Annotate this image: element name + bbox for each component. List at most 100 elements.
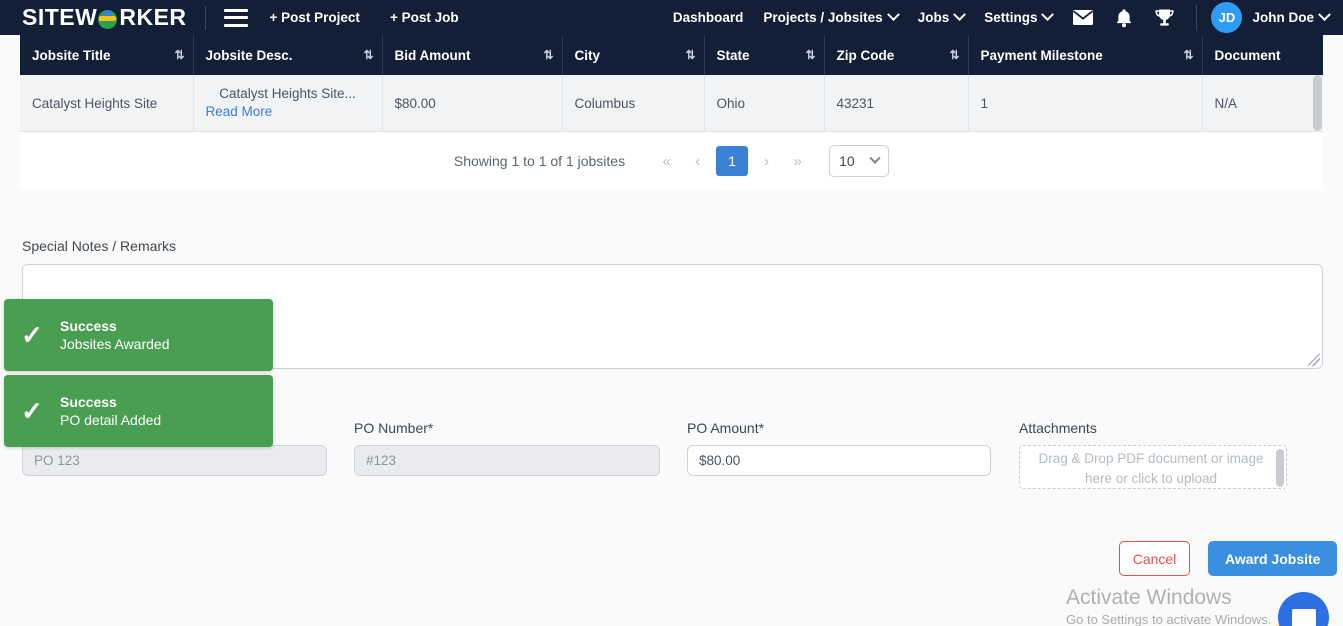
col-label: City: [574, 47, 601, 63]
col-label: Document: [1214, 47, 1281, 63]
col-label: Zip Code: [836, 47, 895, 63]
nav-dashboard[interactable]: Dashboard: [673, 10, 744, 25]
nav-divider: [1196, 4, 1198, 31]
toast-title: Success: [60, 318, 117, 334]
form-actions: Cancel Award Jobsite: [1119, 541, 1338, 576]
nav-dashboard-label: Dashboard: [672, 10, 744, 25]
column-header-document[interactable]: Document: [1202, 35, 1323, 75]
po-name-value: PO 123: [34, 453, 80, 468]
toast-title: Success: [60, 394, 117, 410]
col-label: Payment Milestone: [980, 47, 1103, 63]
post-job-label: + Post Job: [389, 10, 459, 25]
po-amount-field-group: PO Amount* $80.00: [687, 420, 1019, 489]
desc-text: Catalyst Heights Site...: [219, 86, 356, 101]
column-header-zip-code[interactable]: Zip Code ⇅: [824, 35, 969, 75]
cell-state: Ohio: [704, 75, 825, 133]
post-project-label: + Post Project: [269, 10, 360, 25]
jobsites-table: Jobsite Title ⇅ Jobsite Desc. ⇅ Bid Amou…: [20, 35, 1323, 133]
table-body: Catalyst Heights Site Catalyst Heights S…: [20, 75, 1323, 133]
po-number-value: #123: [366, 453, 397, 468]
toast-body: Success Jobsites Awarded: [60, 318, 169, 352]
bell-icon[interactable]: [1115, 8, 1133, 28]
cell-city: Columbus: [562, 75, 705, 133]
pagination-next-button[interactable]: ›: [751, 146, 782, 177]
column-header-state[interactable]: State ⇅: [704, 35, 825, 75]
award-jobsite-button[interactable]: Award Jobsite: [1208, 541, 1338, 576]
chevron-down-icon: [869, 152, 881, 165]
chat-bubble-icon[interactable]: [1278, 592, 1329, 626]
post-project-link[interactable]: + Post Project: [270, 10, 360, 25]
pagination-page-1[interactable]: 1: [716, 146, 749, 177]
jobsites-table-card: Jobsite Title ⇅ Jobsite Desc. ⇅ Bid Amou…: [20, 35, 1323, 191]
table-header-row: Jobsite Title ⇅ Jobsite Desc. ⇅ Bid Amou…: [20, 35, 1323, 75]
po-number-field-group: PO Number* #123: [354, 420, 687, 489]
attachments-label: Attachments: [1019, 420, 1097, 436]
col-label: State: [716, 47, 750, 63]
user-name-label: John Doe: [1252, 10, 1314, 25]
nav-jobs[interactable]: Jobs: [918, 8, 967, 25]
po-name-input[interactable]: PO 123: [22, 445, 327, 476]
attachments-field-group: Attachments Drag & Drop PDF document or …: [1019, 420, 1287, 489]
toast-jobsites-awarded[interactable]: ✓ Success Jobsites Awarded: [4, 299, 273, 371]
check-icon: ✓: [21, 320, 43, 350]
column-header-jobsite-desc[interactable]: Jobsite Desc. ⇅: [193, 35, 383, 75]
sort-icon[interactable]: ⇅: [1183, 48, 1193, 62]
pagination: Showing 1 to 1 of 1 jobsites « ‹ 1 › » 1…: [20, 132, 1323, 191]
po-amount-input[interactable]: $80.00: [687, 445, 991, 476]
table-scroll-container: Jobsite Title ⇅ Jobsite Desc. ⇅ Bid Amou…: [20, 35, 1323, 133]
watermark-title: Activate Windows: [1066, 586, 1232, 609]
sort-icon[interactable]: ⇅: [805, 48, 815, 62]
cell-jobsite-desc: Catalyst Heights Site... Read More: [193, 75, 383, 133]
po-amount-value: $80.00: [699, 453, 741, 468]
resize-handle-icon[interactable]: [1308, 354, 1320, 366]
hamburger-icon[interactable]: [223, 8, 248, 27]
attachments-dropzone[interactable]: Drag & Drop PDF document or image here o…: [1019, 445, 1287, 489]
trophy-icon[interactable]: [1154, 8, 1175, 28]
pagination-last-button[interactable]: »: [782, 146, 813, 177]
activate-windows-watermark: Activate Windows Go to Settings to activ…: [1066, 586, 1271, 626]
nav-settings[interactable]: Settings: [984, 8, 1055, 25]
primary-navigation: Dashboard Projects / Jobsites Jobs Setti…: [673, 2, 1331, 33]
column-header-bid-amount[interactable]: Bid Amount ⇅: [382, 35, 563, 75]
post-job-link[interactable]: + Post Job: [390, 10, 459, 25]
column-header-jobsite-title[interactable]: Jobsite Title ⇅: [20, 35, 194, 75]
special-notes-label: Special Notes / Remarks: [22, 238, 177, 254]
sort-icon[interactable]: ⇅: [685, 48, 695, 62]
cell-document: N/A: [1202, 75, 1323, 133]
po-number-label: PO Number*: [354, 420, 434, 436]
po-number-input[interactable]: #123: [354, 445, 660, 476]
cancel-button-label: Cancel: [1132, 550, 1177, 567]
chevron-down-icon: [886, 8, 900, 22]
mail-icon[interactable]: [1072, 9, 1094, 26]
avatar[interactable]: JD: [1211, 2, 1243, 33]
dropzone-scrollbar-thumb[interactable]: [1276, 449, 1284, 487]
toast-message: Jobsites Awarded: [60, 336, 170, 352]
read-more-link[interactable]: Read More: [206, 103, 370, 121]
cell-payment-milestone: 1: [968, 75, 1203, 133]
cancel-button[interactable]: Cancel: [1119, 541, 1190, 576]
table-scrollbar-thumb[interactable]: [1313, 75, 1322, 131]
col-label: Jobsite Desc.: [205, 47, 293, 63]
column-header-city[interactable]: City ⇅: [562, 35, 705, 75]
page-size-select[interactable]: 10: [829, 145, 890, 178]
app-logo[interactable]: SITEW RKER: [22, 6, 187, 29]
nav-projects-jobsites[interactable]: Projects / Jobsites: [763, 8, 900, 25]
table-row[interactable]: Catalyst Heights Site Catalyst Heights S…: [20, 75, 1323, 133]
pagination-prev-button[interactable]: ‹: [682, 146, 713, 177]
pagination-first-button[interactable]: «: [651, 146, 682, 177]
toast-body: Success PO detail Added: [60, 394, 161, 428]
toast-po-detail-added[interactable]: ✓ Success PO detail Added: [4, 375, 273, 447]
sort-icon[interactable]: ⇅: [543, 48, 553, 62]
user-menu[interactable]: John Doe: [1252, 8, 1331, 25]
sort-icon[interactable]: ⇅: [363, 48, 373, 62]
page-size-value: 10: [839, 153, 855, 170]
sort-icon[interactable]: ⇅: [949, 48, 959, 62]
page-content: Jobsite Title ⇅ Jobsite Desc. ⇅ Bid Amou…: [0, 35, 1343, 626]
column-header-payment-milestone[interactable]: Payment Milestone ⇅: [968, 35, 1203, 75]
dropzone-line-1: Drag & Drop PDF document or image: [1038, 451, 1264, 466]
cell-zip-code: 43231: [824, 75, 969, 133]
sort-icon[interactable]: ⇅: [174, 48, 184, 62]
chevron-down-icon: [1318, 8, 1331, 22]
hard-hat-icon: [98, 8, 118, 29]
chevron-down-icon: [953, 8, 967, 22]
